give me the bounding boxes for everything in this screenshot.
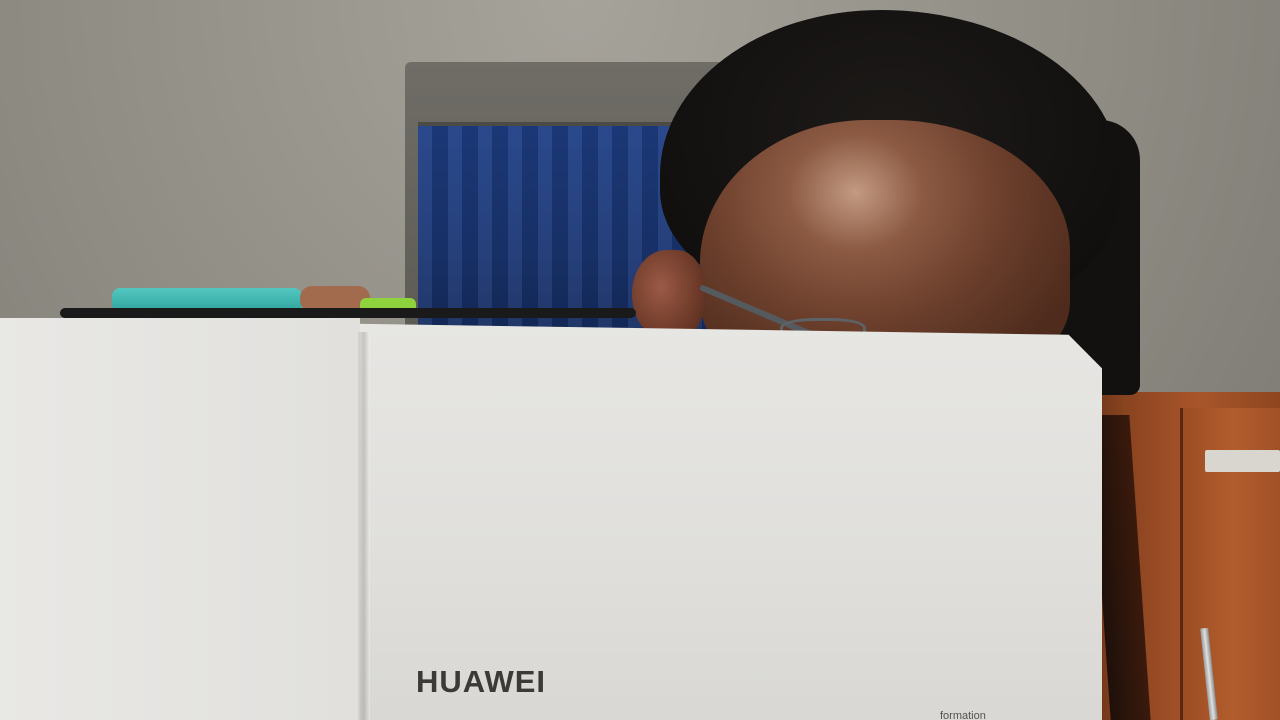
box-brand-logo: HUAWEI	[416, 664, 546, 699]
box-fold	[358, 332, 370, 720]
box-left-panel	[0, 318, 360, 720]
cabinet-label	[1205, 450, 1280, 472]
box-subtext: formation	[940, 710, 986, 720]
photo-scene: HUAWEI formation	[0, 0, 1280, 720]
tablet-edge	[60, 308, 636, 318]
